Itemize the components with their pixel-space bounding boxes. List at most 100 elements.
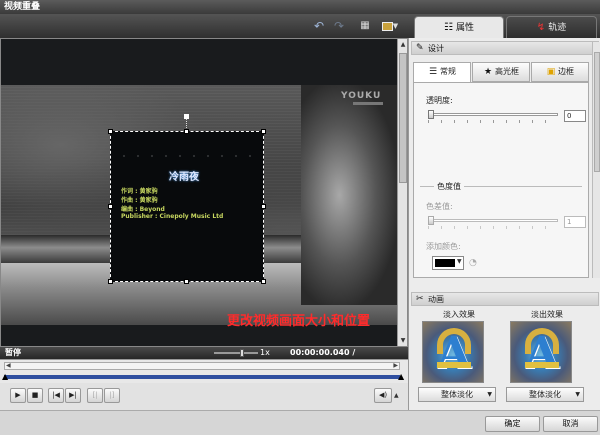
section-title: 设计 xyxy=(428,44,444,53)
fade-out-preview[interactable]: A xyxy=(510,321,572,383)
resize-handle[interactable] xyxy=(261,204,266,209)
chroma-group-label: 色度值 xyxy=(434,181,464,192)
resize-handle[interactable] xyxy=(261,279,266,284)
chevron-down-icon: ▼ xyxy=(457,258,462,265)
speed-slider-knob[interactable] xyxy=(240,349,244,357)
timeline-track[interactable] xyxy=(4,375,400,379)
overlay-lights xyxy=(117,154,257,158)
overlay-credit: 作曲 : 黄家驹 xyxy=(121,197,158,204)
timeline-scrollbar[interactable]: ◀ ▶ xyxy=(4,362,400,370)
speed-slider[interactable] xyxy=(214,352,258,354)
opacity-label: 透明度: xyxy=(426,96,453,105)
scroll-right-icon[interactable]: ▶ xyxy=(393,362,398,369)
ok-button[interactable]: 确定 xyxy=(485,416,540,432)
chevron-down-icon[interactable]: ▲ xyxy=(394,392,399,399)
tab-track[interactable]: ↯ 轨迹 xyxy=(506,16,597,38)
preview-scrollbar[interactable]: ▲ ▼ xyxy=(397,39,407,346)
scroll-left-icon[interactable]: ◀ xyxy=(6,362,11,369)
scroll-thumb[interactable] xyxy=(594,52,600,172)
panel-scrollbar[interactable] xyxy=(592,42,600,278)
subtab-highlight-frame[interactable]: ★ 高光框 xyxy=(472,62,530,82)
resize-handle[interactable] xyxy=(108,129,113,134)
mark-in-button[interactable]: [| xyxy=(87,388,103,403)
fade-in-label: 淡入效果 xyxy=(443,310,475,319)
chroma-slider[interactable] xyxy=(428,219,558,222)
color-swatch xyxy=(435,259,455,267)
transport-controls: ▶ ■ |◀ ▶| [| |] ◀) ▲ xyxy=(0,383,408,410)
fade-out-select[interactable]: 整体淡化 ▼ xyxy=(506,387,584,402)
section-title: 动画 xyxy=(428,295,444,304)
star-icon: ★ xyxy=(483,67,493,77)
chevron-down-icon: ▼ xyxy=(392,22,399,30)
monitor-icon xyxy=(381,21,393,31)
opacity-slider[interactable] xyxy=(428,113,558,116)
slider-ticks xyxy=(428,226,558,229)
color-picker[interactable]: ▼ xyxy=(432,256,464,270)
play-button[interactable]: ▶ xyxy=(10,388,26,403)
rotate-handle[interactable] xyxy=(184,114,189,119)
video-preview[interactable]: YOUKU 冷雨夜 作词 : 黄家驹 作曲 : 黄家驹 编曲 : Beyond … xyxy=(0,38,408,347)
subtab-border[interactable]: ▣ 边框 xyxy=(531,62,589,82)
design-section-header[interactable]: ✎ 设计 xyxy=(411,41,599,55)
next-frame-button[interactable]: ▶| xyxy=(65,388,81,403)
resize-handle[interactable] xyxy=(261,129,266,134)
add-color-label: 添加颜色: xyxy=(426,242,461,251)
end-marker-icon[interactable]: ▲ xyxy=(398,372,404,381)
scene-detail xyxy=(301,85,397,305)
animation-section-header[interactable]: ✂ 动画 xyxy=(411,292,599,306)
opacity-input[interactable]: 0 xyxy=(564,110,586,122)
properties-panel: ✎ 设计 ☰ 常规 ★ 高光框 ▣ 边框 透明度: 0 色度值 色差值: 1 添加颜色… xyxy=(408,38,600,410)
tab-label: 属性 xyxy=(455,23,474,33)
undo-icon[interactable]: ↶ xyxy=(311,18,327,34)
speed-value: 1x xyxy=(260,348,270,357)
tab-properties[interactable]: ☷ 属性 xyxy=(414,16,504,38)
volume-icon[interactable]: ◀) xyxy=(374,388,392,403)
subtab-label: 常规 xyxy=(440,67,456,76)
preview-graphic: A xyxy=(436,328,472,379)
watermark-underline xyxy=(353,102,383,105)
mark-out-button[interactable]: |] xyxy=(104,388,120,403)
playback-status-bar: 暂停 1x 00:00:00.040 / 00:03:20.600 xyxy=(0,347,408,369)
resize-handle[interactable] xyxy=(108,279,113,284)
overlay-title: 冷雨夜 xyxy=(169,172,199,183)
monitor-button[interactable]: ▼ xyxy=(378,18,402,34)
scroll-up-icon[interactable]: ▲ xyxy=(399,41,407,48)
grid-icon[interactable]: ▦ xyxy=(357,18,373,34)
chroma-input[interactable]: 1 xyxy=(564,216,586,228)
fade-out-label: 淡出效果 xyxy=(531,310,563,319)
dialog-footer: 确定 取消 xyxy=(0,410,600,435)
overlay-video-box[interactable]: 冷雨夜 作词 : 黄家驹 作曲 : 黄家驹 编曲 : Beyond Publis… xyxy=(108,129,266,284)
scroll-thumb[interactable] xyxy=(399,53,407,183)
animation-icon: ✂ xyxy=(416,294,424,304)
stop-button[interactable]: ■ xyxy=(27,388,43,403)
chevron-down-icon: ▼ xyxy=(575,391,580,398)
design-subtabs: ☰ 常规 ★ 高光框 ▣ 边框 xyxy=(413,62,589,82)
cancel-button[interactable]: 取消 xyxy=(543,416,598,432)
general-icon: ☰ xyxy=(428,67,438,77)
fade-in-preview[interactable]: A xyxy=(422,321,484,383)
chroma-slider-knob[interactable] xyxy=(428,216,434,225)
overlay-credit: 编曲 : Beyond xyxy=(121,206,165,213)
subtab-label: 边框 xyxy=(558,67,574,76)
start-marker-icon[interactable]: ▲ xyxy=(2,372,8,381)
overlay-credit: Publisher : Cinepoly Music Ltd xyxy=(121,213,224,220)
chevron-down-icon: ▼ xyxy=(487,391,492,398)
eyedropper-icon[interactable]: ◔ xyxy=(469,258,477,268)
resize-handle[interactable] xyxy=(108,204,113,209)
opacity-slider-knob[interactable] xyxy=(428,110,434,119)
general-settings: 透明度: 0 色度值 色差值: 1 添加颜色: ▼ ◔ xyxy=(413,82,589,278)
fade-in-select[interactable]: 整体淡化 ▼ xyxy=(418,387,496,402)
annotation-caption: 更改视频画面大小和位置 xyxy=(227,314,371,329)
timeline[interactable]: ◀ ▶ ▲ ▲ xyxy=(0,359,408,383)
select-value: 整体淡化 xyxy=(441,390,473,399)
subtab-general[interactable]: ☰ 常规 xyxy=(413,62,471,82)
tab-label: 轨迹 xyxy=(548,23,567,33)
resize-handle[interactable] xyxy=(184,279,189,284)
slider-ticks xyxy=(428,120,558,123)
redo-icon[interactable]: ↷ xyxy=(331,18,347,34)
resize-handle[interactable] xyxy=(184,129,189,134)
subtab-label: 高光框 xyxy=(495,67,519,76)
previous-frame-button[interactable]: |◀ xyxy=(48,388,64,403)
scroll-down-icon[interactable]: ▼ xyxy=(399,337,407,344)
properties-icon: ☷ xyxy=(444,22,453,33)
